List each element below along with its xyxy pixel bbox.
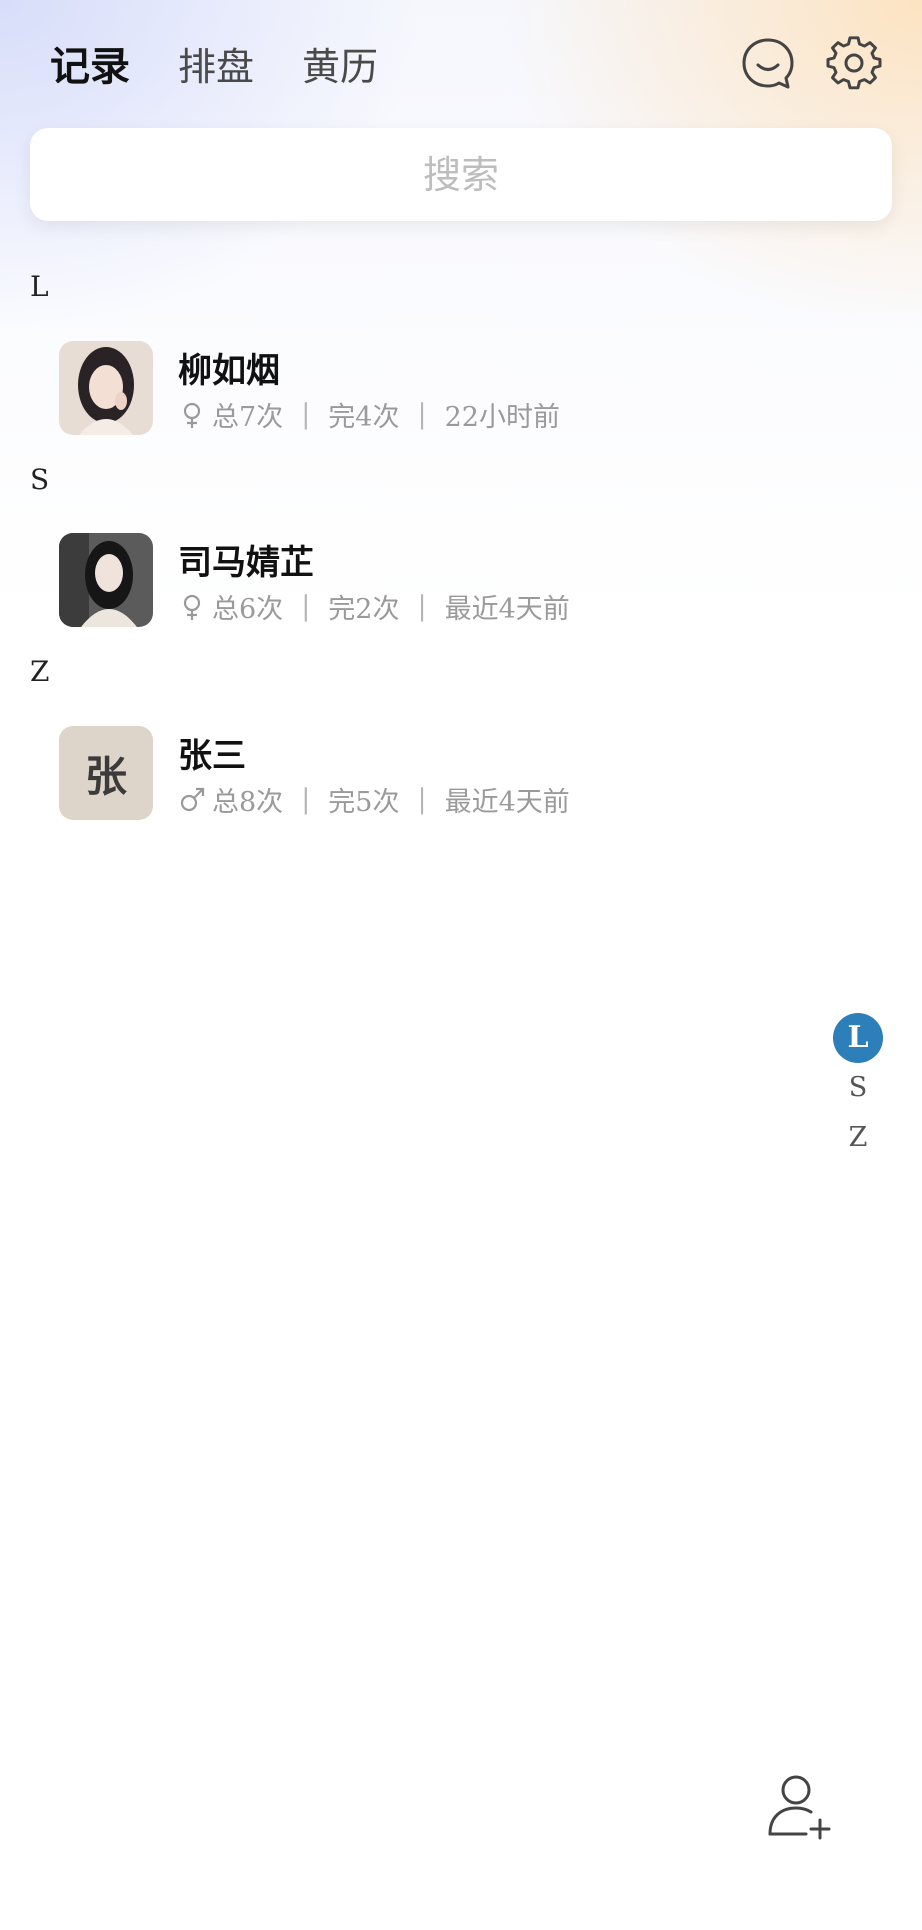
- divider: |: [301, 591, 311, 622]
- last-time: 22小时前: [444, 402, 560, 433]
- completed-count: 完2次: [328, 594, 400, 625]
- avatar: [59, 533, 153, 627]
- index-letter-l[interactable]: L: [833, 1013, 883, 1063]
- top-tabs: 记录 排盘 黄历: [50, 34, 378, 92]
- last-time: 最近4天前: [444, 594, 570, 625]
- tab-chart-setup[interactable]: 排盘: [178, 36, 254, 91]
- contact-meta: 总7次 | 完4次 | 22小时前: [178, 395, 560, 434]
- completed-count: 完5次: [328, 787, 400, 818]
- section-header-s: S: [30, 463, 50, 496]
- section-header-z: Z: [30, 655, 50, 688]
- total-count: 总8次: [212, 787, 284, 818]
- contact-item[interactable]: 司马婧芷 总6次 | 完2次 | 最近4天前: [59, 533, 879, 627]
- tab-almanac[interactable]: 黄历: [302, 36, 378, 91]
- divider: |: [417, 591, 427, 622]
- female-icon: [183, 402, 201, 428]
- contact-meta: 总6次 | 完2次 | 最近4天前: [178, 587, 570, 626]
- section-header-l: L: [30, 270, 49, 303]
- contact-name: 柳如烟: [178, 351, 280, 391]
- contact-item[interactable]: 柳如烟 总7次 | 完4次 | 22小时前: [59, 341, 879, 435]
- search-input[interactable]: [30, 128, 892, 221]
- contact-name: 司马婧芷: [178, 543, 314, 583]
- header-gradient-background: [0, 0, 922, 620]
- index-letter-s[interactable]: S: [833, 1063, 883, 1113]
- gear-icon[interactable]: [826, 36, 882, 92]
- divider: |: [417, 784, 427, 815]
- divider: |: [417, 399, 427, 430]
- avatar: [59, 341, 153, 435]
- alphabet-index-bar: L S Z: [833, 1013, 883, 1163]
- contact-name: 张三: [178, 736, 246, 776]
- divider: |: [301, 399, 311, 430]
- smile-icon[interactable]: [740, 36, 796, 92]
- last-time: 最近4天前: [444, 787, 570, 818]
- total-count: 总7次: [212, 402, 284, 433]
- index-letter-z[interactable]: Z: [833, 1113, 883, 1163]
- add-user-icon[interactable]: [764, 1770, 836, 1842]
- divider: |: [301, 784, 311, 815]
- total-count: 总6次: [212, 594, 284, 625]
- contact-item[interactable]: 张 张三 总8次 | 完5次 | 最近4天前: [59, 726, 879, 820]
- contact-meta: 总8次 | 完5次 | 最近4天前: [178, 780, 570, 819]
- tab-records[interactable]: 记录: [50, 34, 130, 92]
- avatar: 张: [59, 726, 153, 820]
- male-icon: [180, 787, 205, 811]
- female-icon: [183, 594, 201, 620]
- completed-count: 完4次: [328, 402, 400, 433]
